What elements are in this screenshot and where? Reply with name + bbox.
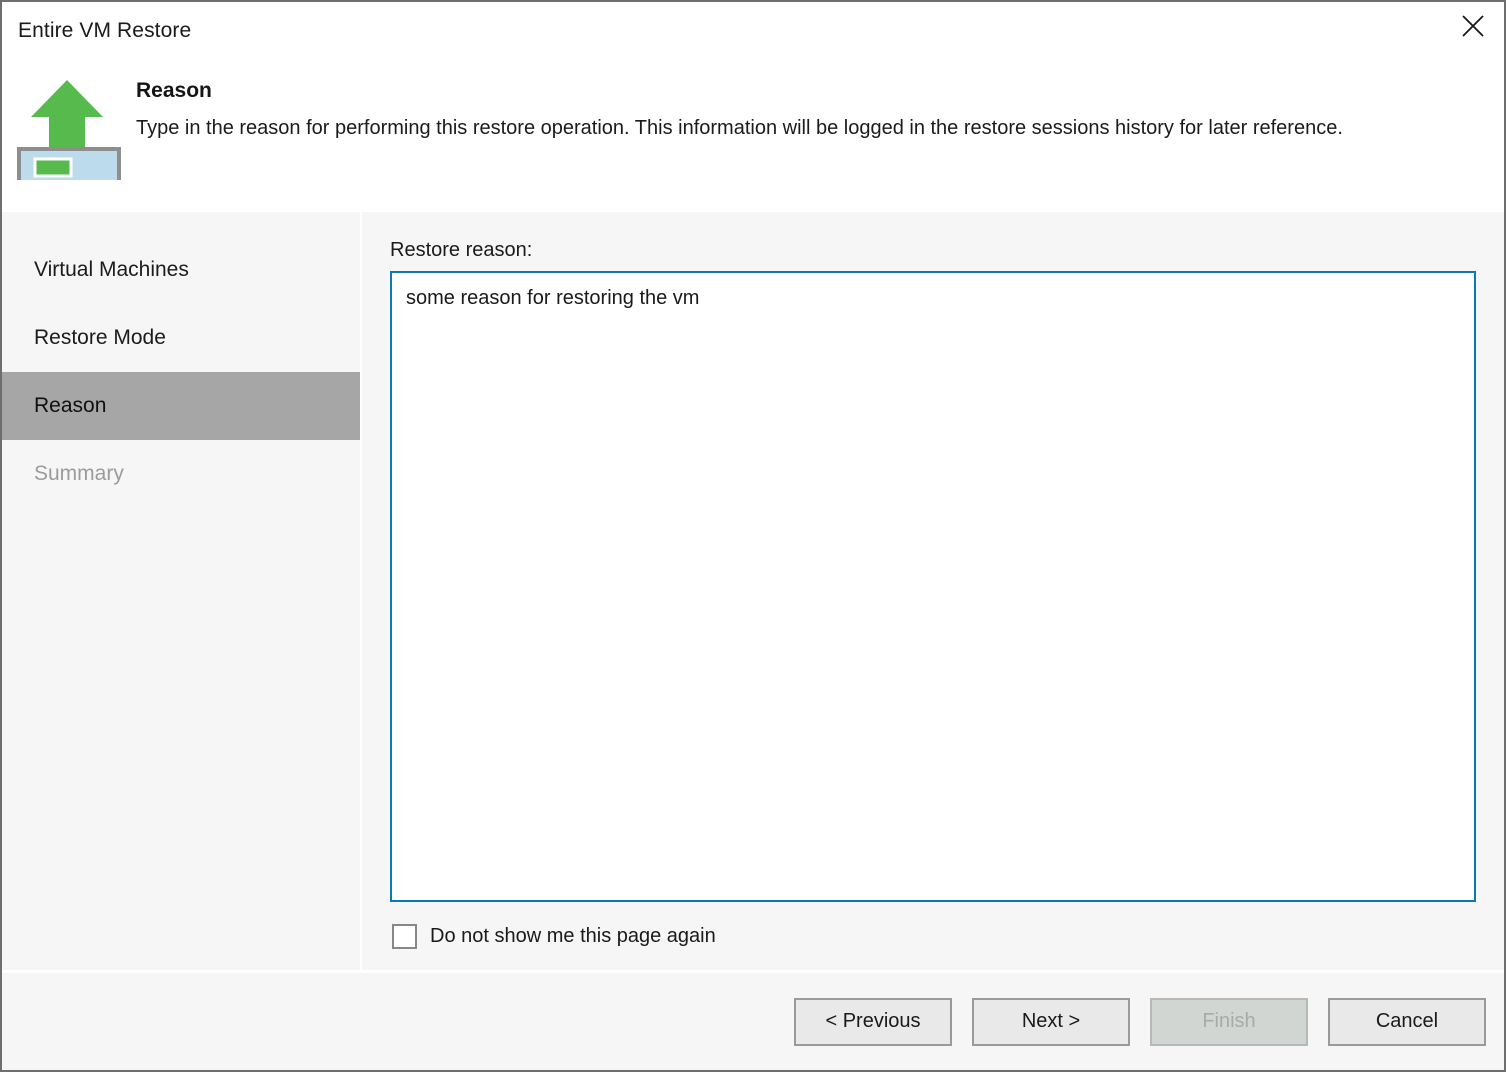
cancel-button[interactable]: Cancel [1328,997,1486,1046]
sidebar-item-label: Summary [34,462,124,485]
sidebar-item-restore-mode[interactable]: Restore Mode [2,304,360,372]
header-description: Type in the reason for performing this r… [136,117,1343,139]
entire-vm-restore-dialog: Entire VM Restore Reason Type in the rea… [0,0,1506,1072]
dont-show-again-label: Do not show me this page again [430,924,716,947]
header-title: Reason [136,79,212,102]
sidebar-item-virtual-machines[interactable]: Virtual Machines [2,236,360,304]
wizard-step-sidebar: Virtual Machines Restore Mode Reason Sum… [2,212,362,970]
sidebar-item-label: Virtual Machines [34,258,189,281]
sidebar-item-summary: Summary [2,440,360,508]
dont-show-again-row[interactable]: Do not show me this page again [390,902,1476,970]
header-text-block: Reason Type in the reason for performing… [136,62,1359,212]
restore-reason-input[interactable] [390,271,1476,902]
vm-restore-up-arrow-icon [17,70,121,187]
close-icon [1460,13,1486,39]
finish-button: Finish [1150,997,1308,1046]
wizard-step-content: Restore reason: Do not show me this page… [362,212,1504,970]
previous-button[interactable]: < Previous [794,997,952,1046]
dont-show-again-checkbox[interactable] [392,923,417,949]
sidebar-item-label: Reason [34,394,107,417]
title-bar: Entire VM Restore [2,2,1504,62]
header-icon-container [2,62,136,212]
next-button[interactable]: Next > [972,997,1130,1046]
restore-reason-label: Restore reason: [390,239,533,261]
dialog-footer: < Previous Next > Finish Cancel [2,970,1504,1070]
dialog-header: Reason Type in the reason for performing… [2,62,1504,212]
close-button[interactable] [1442,2,1504,50]
sidebar-item-reason[interactable]: Reason [2,372,360,440]
window-title: Entire VM Restore [18,19,192,42]
sidebar-item-label: Restore Mode [34,326,166,349]
dialog-body: Virtual Machines Restore Mode Reason Sum… [2,212,1504,970]
